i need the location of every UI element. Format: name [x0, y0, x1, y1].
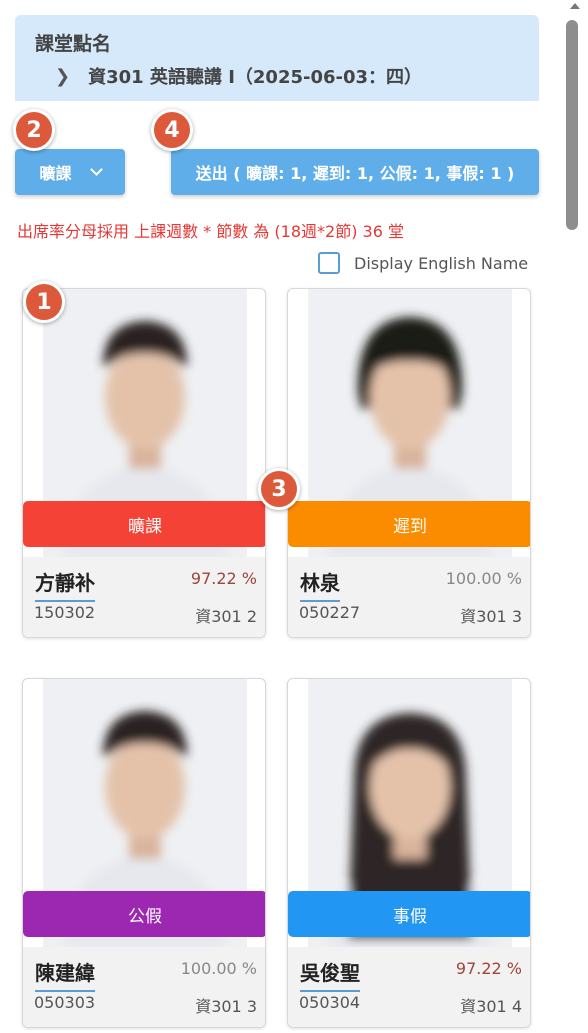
student-info: 林泉 100.00 % 050227 資301 3: [288, 557, 530, 637]
student-info: 吳俊聖 97.22 % 050304 資301 4: [288, 947, 530, 1027]
scrollbar-thumb[interactable]: [566, 20, 578, 230]
student-id: 050304: [299, 993, 361, 1012]
page-scrollbar[interactable]: [563, 0, 588, 1033]
english-name-checkbox[interactable]: [318, 252, 340, 274]
attendance-header: 課堂點名 ❯ 資301 英語聽講 I（2025-06-03：四）: [15, 15, 539, 101]
attendance-status-label[interactable]: 曠課: [23, 501, 265, 547]
student-card[interactable]: 事假吳俊聖 97.22 % 050304 資301 4: [287, 678, 531, 1028]
course-label: 資301 英語聽講 I（2025-06-03：四）: [88, 67, 423, 88]
student-info: 陳建緯 100.00 % 050303 資301 3: [23, 947, 265, 1027]
student-card[interactable]: 公假陳建緯 100.00 % 050303 資301 3: [22, 678, 266, 1028]
step-badge-2: 2: [13, 109, 55, 151]
attendance-status-label[interactable]: 事假: [288, 891, 530, 937]
submit-button[interactable]: 送出 ( 曠課: 1, 遲到: 1, 公假: 1, 事假: 1 ): [171, 149, 539, 195]
attendance-rate-note: 出席率分母採用 上課週數 * 節數 為 (18週*2節) 36 堂: [17, 222, 404, 241]
status-select-button[interactable]: 曠課: [15, 149, 125, 195]
english-name-toggle[interactable]: Display English Name: [318, 252, 528, 274]
student-id: 150302: [34, 603, 96, 622]
course-breadcrumb[interactable]: ❯ 資301 英語聽講 I（2025-06-03：四）: [55, 63, 422, 89]
student-name[interactable]: 陳建緯: [35, 957, 95, 992]
page-title: 課堂點名: [35, 33, 112, 55]
attendance-status-label[interactable]: 遲到: [288, 501, 530, 547]
class-seat: 資301 3: [195, 997, 257, 1016]
attendance-percent: 100.00 %: [180, 959, 257, 978]
class-seat: 資301 2: [195, 607, 257, 626]
student-info: 方靜补 97.22 % 150302 資301 2: [23, 557, 265, 637]
student-name[interactable]: 方靜补: [35, 567, 95, 602]
attendance-percent: 100.00 %: [445, 569, 522, 588]
chevron-right-icon: ❯: [55, 65, 71, 87]
student-name[interactable]: 吳俊聖: [300, 957, 360, 992]
status-select-label: 曠課: [39, 164, 72, 183]
class-seat: 資301 3: [460, 607, 522, 626]
english-name-label: Display English Name: [354, 253, 529, 273]
class-seat: 資301 4: [460, 997, 522, 1016]
student-name[interactable]: 林泉: [300, 567, 340, 602]
scroll-up-arrow-icon[interactable]: [570, 3, 580, 9]
step-badge-4: 4: [151, 109, 193, 151]
submit-label: 送出 ( 曠課: 1, 遲到: 1, 公假: 1, 事假: 1 ): [195, 164, 515, 183]
student-id: 050303: [34, 993, 96, 1012]
student-id: 050227: [299, 603, 361, 622]
chevron-down-icon: [89, 163, 103, 176]
student-card[interactable]: 遲到林泉 100.00 % 050227 資301 3: [287, 288, 531, 638]
attendance-percent: 97.22 %: [190, 569, 257, 588]
step-badge-1: 1: [23, 281, 65, 323]
attendance-status-label[interactable]: 公假: [23, 891, 265, 937]
attendance-percent: 97.22 %: [455, 959, 522, 978]
student-card[interactable]: 曠課方靜补 97.22 % 150302 資301 2: [22, 288, 266, 638]
step-badge-3: 3: [258, 468, 300, 510]
